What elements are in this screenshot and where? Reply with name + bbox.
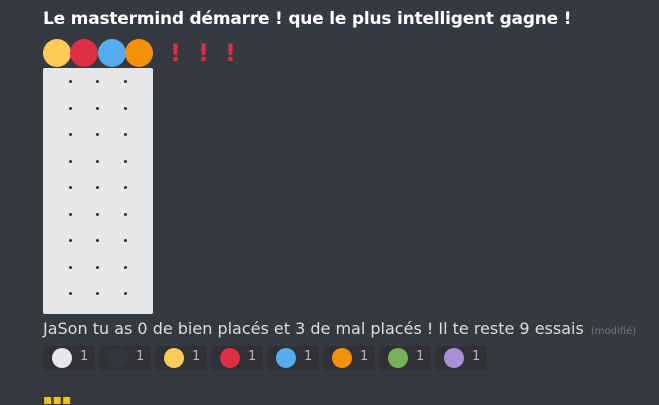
reaction-count: 1 (192, 349, 201, 364)
reaction-black-circle[interactable]: 1 (99, 346, 151, 370)
yellow-circle-icon (43, 39, 71, 67)
reaction-count: 1 (360, 349, 369, 364)
red-circle-icon (70, 39, 98, 67)
board-hole (124, 265, 127, 269)
reaction-orange-circle[interactable]: 1 (323, 346, 375, 370)
reaction-count: 1 (304, 349, 313, 364)
exclamation-icon: ! (225, 39, 236, 67)
board-hole (96, 239, 99, 242)
reaction-white-circle[interactable]: 1 (43, 346, 95, 370)
board-hole (69, 133, 72, 136)
board-hole (96, 265, 99, 269)
mastermind-board (43, 68, 153, 314)
yellow-circle-icon (164, 348, 184, 368)
reaction-purple-circle[interactable]: 1 (435, 346, 487, 370)
board-hole (96, 292, 99, 295)
board-hole (96, 186, 99, 189)
board-hole (124, 212, 127, 216)
blue-circle-icon (98, 39, 126, 67)
orange-circle-icon (125, 39, 153, 67)
board-hole (124, 186, 127, 189)
blue-circle-icon (276, 348, 296, 368)
board-hole (69, 80, 72, 83)
board-hole (124, 80, 127, 83)
reaction-count: 1 (136, 349, 145, 364)
board-hole (124, 159, 127, 163)
board-hole (124, 106, 127, 110)
board-hole (96, 212, 99, 216)
board-hole (96, 133, 99, 136)
board-hole (69, 106, 72, 110)
board-hole (69, 212, 72, 216)
orange-circle-icon (332, 348, 352, 368)
board-hole (124, 292, 127, 295)
board-hole (69, 186, 72, 189)
reaction-count: 1 (416, 349, 425, 364)
white-circle-icon (52, 348, 72, 368)
reaction-green-circle[interactable]: 1 (379, 346, 431, 370)
board-hole (69, 159, 72, 163)
black-circle-icon (108, 348, 128, 368)
message-title: Le mastermind démarre ! que le plus inte… (43, 9, 572, 29)
status-message: JaSon tu as 0 de bien placés et 3 de mal… (43, 319, 636, 338)
reaction-count: 1 (248, 349, 257, 364)
reaction-count: 1 (80, 349, 89, 364)
board-hole (69, 292, 72, 295)
board-hole (96, 106, 99, 110)
exclamation-icon: ! (170, 39, 181, 67)
purple-circle-icon (444, 348, 464, 368)
reaction-count: 1 (472, 349, 481, 364)
board-hole (124, 239, 127, 242)
board-hole (96, 159, 99, 163)
green-circle-icon (388, 348, 408, 368)
edited-label: (modifié) (590, 326, 637, 337)
reaction-red-circle[interactable]: 1 (211, 346, 263, 370)
reaction-yellow-circle[interactable]: 1 (155, 346, 207, 370)
next-message-author: ▪▪▪ (43, 396, 72, 404)
board-hole (69, 265, 72, 269)
status-text: JaSon tu as 0 de bien placés et 3 de mal… (43, 319, 584, 338)
board-hole (96, 80, 99, 83)
reaction-blue-circle[interactable]: 1 (267, 346, 319, 370)
board-hole (69, 239, 72, 242)
board-hole (124, 133, 127, 136)
red-circle-icon (220, 348, 240, 368)
exclamation-icon: ! (198, 39, 209, 67)
